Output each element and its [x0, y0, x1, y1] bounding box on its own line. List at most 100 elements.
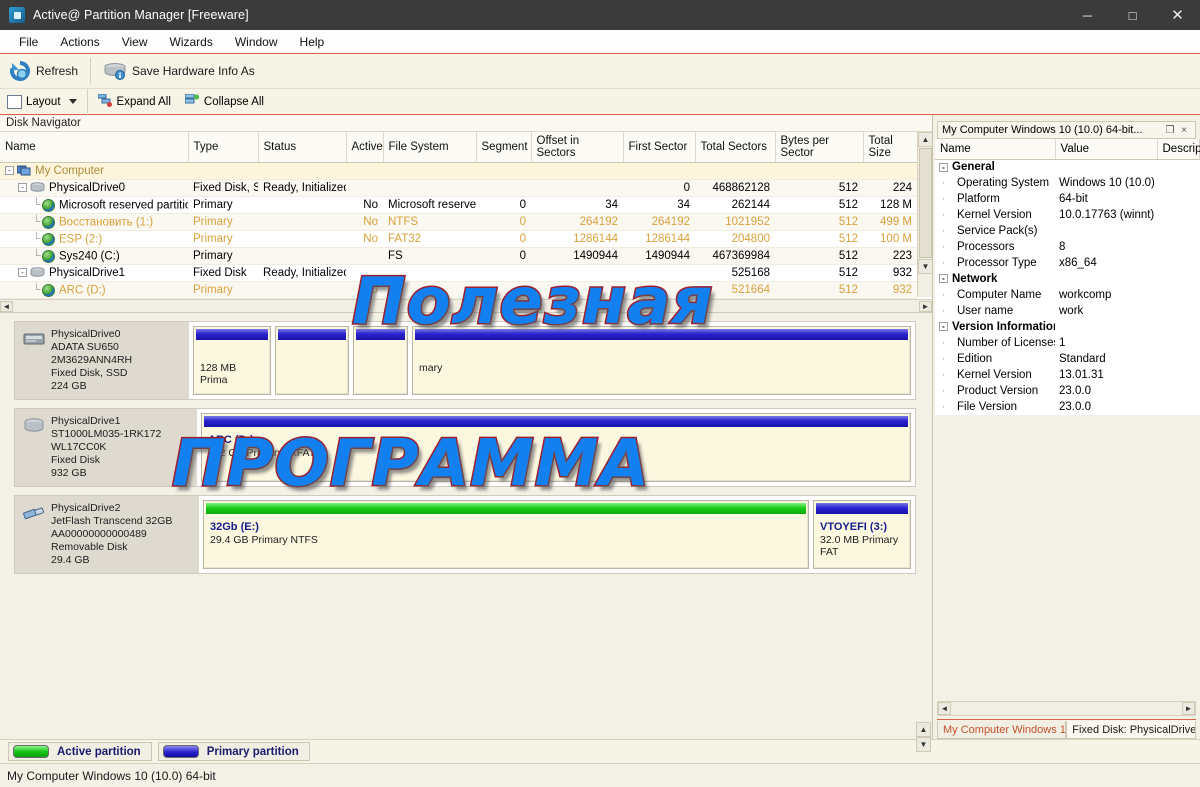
maximize-button[interactable]: □ [1110, 0, 1155, 30]
table-row[interactable]: └ Microsoft reserved partition Primary No Mi… [0, 196, 917, 214]
refresh-icon [9, 60, 31, 82]
properties-close-button[interactable]: × [1177, 125, 1191, 136]
grid-vertical-scrollbar[interactable]: ▲ ▼ [917, 132, 933, 297]
menu-item-view[interactable]: View [111, 32, 159, 52]
disk-map-row[interactable]: PhysicalDrive0 ADATA SU650 2M3629ANN4RH Fix… [14, 321, 916, 400]
property-row[interactable]: · Kernel Version 13.01.31 [935, 367, 1199, 383]
property-row[interactable]: · Computer Name workcomp [935, 287, 1199, 303]
table-row[interactable]: - My Computer [0, 162, 917, 180]
table-row[interactable]: └ ESP (2:) Primary No FAT32 0 1286144 1286144 20… [0, 230, 917, 248]
prop-col-value[interactable]: Value [1055, 139, 1158, 160]
menu-item-wizards[interactable]: Wizards [159, 32, 224, 52]
legend-active-partition[interactable]: Active partition [8, 742, 152, 761]
menu-item-file[interactable]: File [8, 32, 49, 52]
properties-scroll-right-button[interactable]: ► [1182, 702, 1195, 715]
layout-button[interactable]: Layout [0, 91, 84, 113]
cell-offset: 1286144 [531, 230, 623, 248]
disk-model: ST1000LM035-1RK172 [51, 428, 162, 440]
table-row[interactable]: - PhysicalDrive1 Fixed Disk Ready, Initiali… [0, 264, 917, 282]
col-total-sectors[interactable]: Total Sectors [695, 132, 776, 163]
col-status[interactable]: Status [258, 132, 347, 163]
property-row[interactable]: · Number of Licenses 1 [935, 335, 1199, 351]
property-row[interactable]: · Kernel Version 10.0.17763 (winnt) [935, 207, 1199, 223]
property-row[interactable]: · Edition Standard [935, 351, 1199, 367]
col-bytes-per-sector[interactable]: Bytes per Sector [775, 132, 864, 163]
menu-item-help[interactable]: Help [289, 32, 336, 52]
property-row[interactable]: · Product Version 23.0.0 [935, 383, 1199, 399]
map-vertical-scrollbar[interactable]: ▲ ▼ [916, 722, 931, 752]
table-row[interactable]: └ Sys240 (C:) Primary FS 0 1490944 1490944 4673… [0, 247, 917, 265]
disk-navigator-grid[interactable]: Name Type Status Active File System Segm… [0, 132, 933, 313]
table-row[interactable]: └ Восстановить (1:) Primary No NTFS 0 264192 26… [0, 213, 917, 231]
col-type[interactable]: Type [188, 132, 259, 163]
chevron-down-icon[interactable] [68, 99, 77, 104]
partition-block[interactable] [275, 326, 349, 395]
refresh-button[interactable]: Refresh [0, 56, 87, 86]
grid-scroll-left-button[interactable]: ◄ [0, 300, 13, 312]
col-active[interactable]: Active [346, 132, 384, 163]
tree-expander-icon[interactable]: - [18, 268, 27, 278]
map-scroll-down-button[interactable]: ▼ [916, 737, 931, 752]
grid-horizontal-scrollbar[interactable]: ◄ ► [0, 299, 932, 312]
property-value: Standard [1059, 353, 1106, 365]
tree-line: └ [32, 250, 41, 263]
save-hardware-info-button[interactable]: Save Hardware Info As [94, 56, 264, 86]
property-value: 1 [1059, 337, 1066, 349]
expand-all-icon [97, 93, 113, 110]
cell-active [346, 179, 383, 197]
col-filesystem[interactable]: File System [383, 132, 477, 163]
property-row[interactable]: · User name work [935, 303, 1199, 319]
tab-my-computer[interactable]: My Computer Windows 10 (.. [937, 721, 1067, 739]
property-row[interactable]: · Processors 8 [935, 239, 1199, 255]
partition-block[interactable]: 32Gb (E:) 29.4 GB Primary NTFS [203, 500, 809, 569]
partition-block[interactable] [353, 326, 408, 395]
col-segment[interactable]: Segment [476, 132, 532, 163]
grid-scroll-right-button[interactable]: ► [919, 300, 932, 312]
grid-scroll-down-button[interactable]: ▼ [918, 259, 933, 274]
menu-item-window[interactable]: Window [224, 32, 289, 52]
grid-scroll-thumb[interactable] [919, 148, 932, 258]
property-row[interactable]: - Version Information [935, 319, 1199, 335]
tree-expander-icon[interactable]: - [5, 166, 14, 176]
table-row[interactable]: - PhysicalDrive0 Fixed Disk, SSDReady, Ini… [0, 179, 917, 197]
tree-expander-icon[interactable]: - [18, 183, 27, 193]
partition-block[interactable]: ARC (D:) 932 GB Primary exFAT [201, 413, 911, 482]
partition-block[interactable]: 128 MB Prima [193, 326, 271, 395]
properties-scroll-left-button[interactable]: ◄ [938, 702, 951, 715]
disk-map-row[interactable]: PhysicalDrive1 ST1000LM035-1RK172 WL17CC0K… [14, 408, 916, 487]
property-row[interactable]: · Platform 64-bit [935, 191, 1199, 207]
property-row[interactable]: · File Version 23.0.0 [935, 399, 1199, 415]
tab-fixed-disk-physicaldrive1[interactable]: Fixed Disk: PhysicalDrive1 ... [1066, 721, 1196, 739]
table-row[interactable]: └ ARC (D:) Primary No 521664 512 932 [0, 281, 917, 299]
property-row[interactable]: · Operating System Windows 10 (10.0) [935, 175, 1199, 191]
map-scroll-up-button[interactable]: ▲ [916, 722, 931, 737]
properties-horizontal-scrollbar[interactable]: ◄ ► [937, 701, 1196, 716]
col-total-size[interactable]: Total Size [863, 132, 918, 163]
disk-map-row[interactable]: PhysicalDrive2 JetFlash Transcend 32GB AA0… [14, 495, 916, 574]
cell-filesystem [383, 264, 476, 282]
cell-status [258, 196, 346, 214]
col-offset[interactable]: Offset in Sectors [531, 132, 624, 163]
properties-restore-button[interactable]: ❐ [1163, 125, 1177, 136]
property-row[interactable]: - Network [935, 271, 1199, 287]
partition-block[interactable]: VTOYEFI (3:) 32.0 MB Primary FAT [813, 500, 911, 569]
property-row[interactable]: - General [935, 159, 1199, 175]
collapse-all-button[interactable]: Collapse All [178, 91, 271, 113]
tree-expander-icon[interactable]: - [939, 162, 948, 172]
menu-item-actions[interactable]: Actions [49, 32, 110, 52]
prop-col-name[interactable]: Name [935, 139, 1056, 160]
expand-all-button[interactable]: Expand All [91, 91, 178, 113]
prop-col-description[interactable]: Description [1157, 139, 1200, 160]
disk-name: PhysicalDrive2 [51, 502, 121, 514]
col-name[interactable]: Name [0, 132, 189, 163]
partition-block[interactable]: mary [412, 326, 911, 395]
close-button[interactable]: ✕ [1155, 0, 1200, 30]
tree-expander-icon[interactable]: - [939, 322, 948, 332]
tree-expander-icon[interactable]: - [939, 274, 948, 284]
minimize-button[interactable]: ─ [1065, 0, 1110, 30]
legend-primary-partition[interactable]: Primary partition [157, 742, 310, 761]
property-row[interactable]: · Service Pack(s) [935, 223, 1199, 239]
col-first-sector[interactable]: First Sector [623, 132, 696, 163]
property-row[interactable]: · Processor Type x86_64 [935, 255, 1199, 271]
grid-scroll-up-button[interactable]: ▲ [918, 132, 933, 147]
